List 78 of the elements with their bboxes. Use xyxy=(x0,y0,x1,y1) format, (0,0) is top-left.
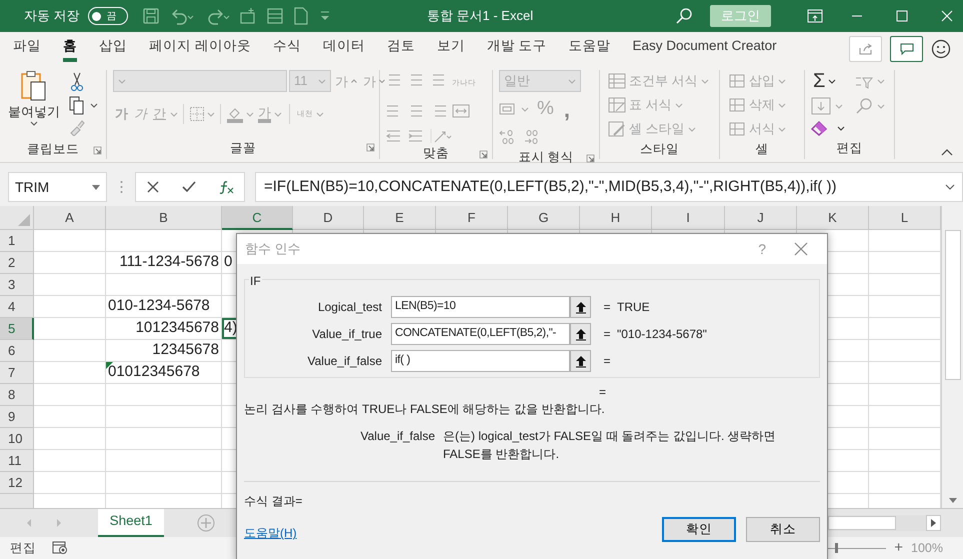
argument-label: Value_if_false xyxy=(306,353,383,370)
ribbon-tab[interactable]: Easy Document Creator xyxy=(622,33,788,65)
column-header[interactable]: K xyxy=(797,206,869,230)
table-cell[interactable]: 12345678 xyxy=(106,340,222,362)
row-header[interactable]: 1 xyxy=(0,230,34,252)
ribbon-tab[interactable]: 개발 도구 xyxy=(476,33,558,65)
group-label: 맞춤 xyxy=(423,145,449,162)
table-cell[interactable]: 01012345678 xyxy=(106,362,222,384)
row-header[interactable]: 7 xyxy=(0,362,34,384)
row-header[interactable]: 8 xyxy=(0,384,34,406)
formula-result: 수식 결과= xyxy=(244,493,304,510)
row-header[interactable]: 2 xyxy=(0,252,34,274)
argument-label: Logical_test xyxy=(316,299,383,316)
argument-label: Value_if_true xyxy=(311,326,383,343)
argument-field[interactable]: if( ) xyxy=(391,350,570,372)
ribbon-tab[interactable]: 페이지 레이아웃 xyxy=(138,33,262,65)
autosave-toggle[interactable]: 끔 xyxy=(88,7,128,25)
ribbon-tab[interactable]: 수식 xyxy=(262,33,312,65)
dialog-title: 함수 인수 xyxy=(245,240,301,258)
column-header[interactable]: F xyxy=(436,206,508,230)
argument-result: "010-1234-5678" xyxy=(617,326,707,343)
ribbon-tab[interactable]: 데이터 xyxy=(312,33,376,65)
zoom-level: 100% xyxy=(911,540,943,557)
group-label: 편집 xyxy=(836,140,862,157)
function-description: 논리 검사를 수행하여 TRUE나 FALSE에 해당하는 값을 반환합니다. xyxy=(244,401,606,418)
name-box[interactable]: TRIM xyxy=(8,172,107,202)
column-header[interactable]: J xyxy=(725,206,797,230)
ribbon-tab[interactable]: 보기 xyxy=(426,33,476,65)
autosum-button[interactable]: Σ xyxy=(811,70,845,92)
table-cell[interactable]: 1012345678 xyxy=(106,318,222,340)
row-header[interactable]: 3 xyxy=(0,274,34,296)
group-label: 클립보드 xyxy=(27,141,79,158)
equals-sign: = xyxy=(602,326,612,343)
column-header[interactable]: B xyxy=(106,206,222,230)
equals-sign: = xyxy=(602,299,612,316)
ribbon-tab[interactable]: 삽입 xyxy=(88,33,138,65)
ribbon-tab[interactable]: 도움말 xyxy=(558,33,622,65)
formula-field[interactable]: =IF(LEN(B5)=10,CONCATENATE(0,LEFT(B5,2),"-",MID(B5,3,4),"-",RIGHT(B5,4)),if( )) xyxy=(255,172,963,202)
sheet-tab[interactable]: Sheet1 xyxy=(98,508,164,538)
row-header[interactable]: 6 xyxy=(0,340,34,362)
table-cell[interactable]: 111-1234-5678 xyxy=(106,252,222,274)
column-header[interactable]: G xyxy=(508,206,580,230)
row-header[interactable]: 11 xyxy=(0,450,34,472)
column-header[interactable]: I xyxy=(652,206,725,230)
autosave-label: 자동 저장 xyxy=(24,7,80,26)
argument-field[interactable]: LEN(B5)=10 xyxy=(391,296,570,318)
column-header[interactable]: D xyxy=(293,206,364,230)
equals-sign: = xyxy=(599,385,606,399)
ribbon-tab[interactable]: 파일 xyxy=(2,33,52,65)
zoom-in-button[interactable]: + xyxy=(894,536,904,559)
equals-sign: = xyxy=(602,353,612,370)
argument-description: 은(는) logical_test가 FALSE일 때 돌려주는 값입니다. 생략하면 FALSE를 반환합니다. xyxy=(443,428,777,463)
group-label: 셀 xyxy=(756,141,768,158)
argument-result: TRUE xyxy=(617,299,650,316)
column-header[interactable]: A xyxy=(34,206,106,230)
window-title: 통합 문서1 - Excel xyxy=(426,7,534,26)
row-header[interactable]: 4 xyxy=(0,296,34,318)
argument-field[interactable]: CONCATENATE(0,LEFT(B5,2),"- xyxy=(391,323,570,345)
ribbon-tab[interactable]: 홈 xyxy=(52,33,88,65)
ribbon-tab[interactable]: 검토 xyxy=(376,33,426,65)
group-label: 스타일 xyxy=(640,141,679,158)
group-label: 글꼴 xyxy=(230,140,256,157)
row-header[interactable]: 9 xyxy=(0,406,34,428)
group-label: 표시 형식 xyxy=(518,149,574,166)
row-header[interactable]: 5 xyxy=(0,318,34,340)
status-mode: 편집 xyxy=(10,540,36,557)
table-cell[interactable]: 010-1234-5678 xyxy=(106,296,222,318)
column-header[interactable]: E xyxy=(364,206,436,230)
column-header[interactable]: C xyxy=(222,206,293,230)
argument-name: Value_if_false xyxy=(360,428,436,445)
ok-button[interactable]: 확인 xyxy=(662,516,736,542)
row-header[interactable]: 12 xyxy=(0,472,34,494)
column-header[interactable]: H xyxy=(580,206,652,230)
paste-button[interactable]: 붙여넣기 xyxy=(6,70,62,140)
column-header[interactable]: L xyxy=(869,206,941,230)
cancel-button[interactable]: 취소 xyxy=(746,516,820,542)
row-header[interactable]: 10 xyxy=(0,428,34,450)
help-link[interactable]: 도움말(H) xyxy=(244,524,297,542)
